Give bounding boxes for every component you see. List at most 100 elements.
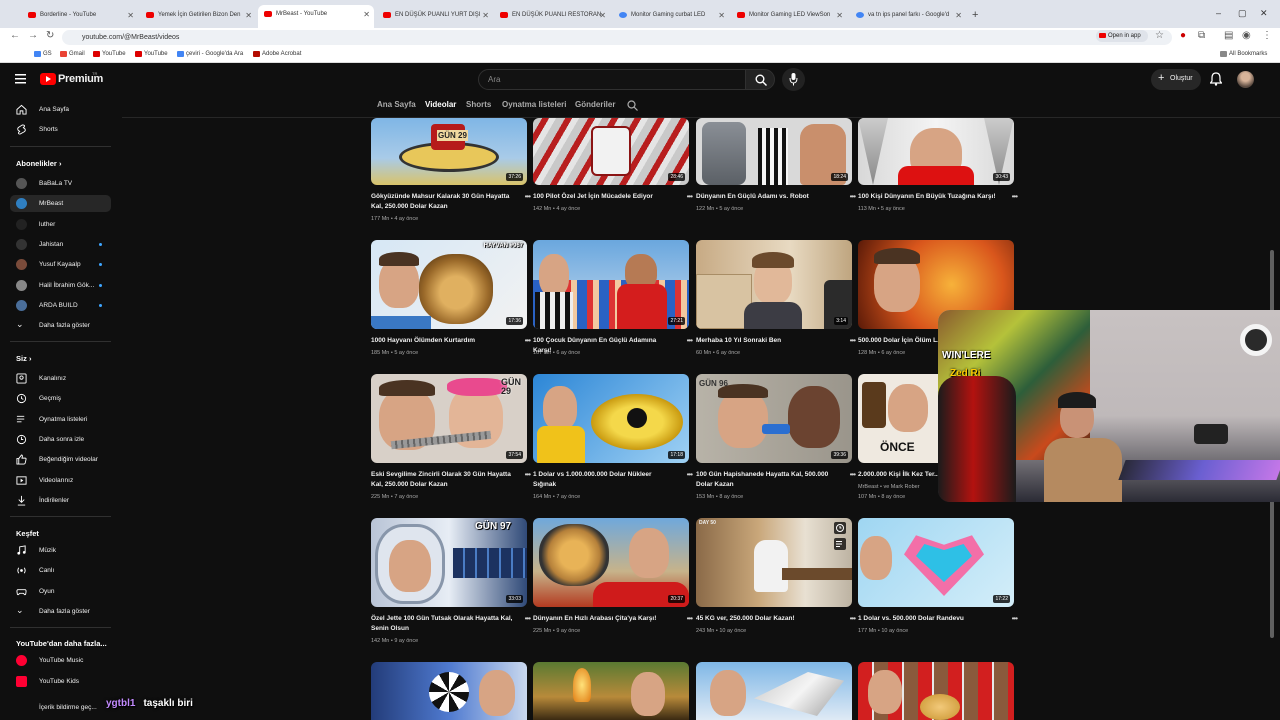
bookmark-star-icon[interactable]: ☆ <box>1155 30 1164 41</box>
close-window-icon[interactable]: ✕ <box>1260 8 1268 19</box>
video-title[interactable]: 1000 Hayvanı Ölümden Kurtardım <box>371 336 514 346</box>
address-bar[interactable]: youtube.com/@MrBeast/videos <box>62 30 1172 45</box>
video-title[interactable]: 1 Dolar vs 1.000.000.000 Dolar Nükleer S… <box>533 470 676 490</box>
account-avatar[interactable] <box>1237 71 1254 88</box>
close-tab-icon[interactable]: ✕ <box>955 11 962 20</box>
video-thumbnail[interactable]: DAY 50 <box>696 518 852 607</box>
add-to-queue-icon[interactable] <box>834 538 846 550</box>
more-options-icon[interactable]: ••• <box>687 336 693 345</box>
subscription-item[interactable]: Halil İbrahim Gök... <box>10 277 111 294</box>
tab-home[interactable]: Ana Sayfa <box>377 100 416 109</box>
subscription-item[interactable]: Yusuf Kayaalp <box>10 256 111 273</box>
sidebar-footer[interactable]: İçerik bildirme geç... <box>10 699 111 711</box>
more-options-icon[interactable]: ••• <box>525 614 531 623</box>
search-button[interactable] <box>745 69 775 90</box>
more-options-icon[interactable]: ••• <box>850 470 856 479</box>
forward-icon[interactable]: → <box>28 30 38 41</box>
more-options-icon[interactable]: ••• <box>687 192 693 201</box>
hamburger-menu-icon[interactable] <box>15 74 26 84</box>
subscription-item[interactable]: Jahistan <box>10 236 111 253</box>
video-thumbnail[interactable] <box>371 662 527 720</box>
video-title[interactable]: Dünyanın En Güçlü Adamı vs. Robot <box>696 192 839 202</box>
browser-tab-active[interactable]: MrBeast - YouTube ✕ <box>258 5 374 28</box>
more-options-icon[interactable]: ••• <box>850 614 856 623</box>
sidebar-item-watch-later[interactable]: Daha sonra izle <box>10 431 111 448</box>
tab-posts[interactable]: Gönderiler <box>575 100 615 109</box>
sidebar-item-gaming[interactable]: Oyun <box>10 583 111 600</box>
close-tab-icon[interactable]: ✕ <box>127 11 134 20</box>
close-tab-icon[interactable]: ✕ <box>718 11 725 20</box>
video-title[interactable]: Gökyüzünde Mahsur Kalarak 30 Gün Hayatta… <box>371 192 514 212</box>
sidebar-item-youtube-kids[interactable]: YouTube Kids <box>10 673 111 690</box>
sidebar-item-music[interactable]: Müzik <box>10 542 111 559</box>
bookmark-google-search[interactable]: çeviri - Google'da Ara <box>177 51 243 57</box>
sidebar-item-your-channel[interactable]: Kanalınız <box>10 370 111 387</box>
all-bookmarks[interactable]: All Bookmarks <box>1220 51 1267 57</box>
close-tab-icon[interactable]: ✕ <box>363 10 370 19</box>
maximize-icon[interactable]: ▢ <box>1238 8 1247 19</box>
video-thumbnail[interactable]: 20:37 <box>533 518 689 607</box>
close-tab-icon[interactable]: ✕ <box>836 11 843 20</box>
more-options-icon[interactable]: ••• <box>525 336 531 345</box>
video-thumbnail[interactable]: 17:18 <box>533 374 689 463</box>
video-title[interactable]: Eski Sevgilime Zincirli Olarak 30 Gün Ha… <box>371 470 514 490</box>
close-tab-icon[interactable]: ✕ <box>599 11 606 20</box>
browser-tab[interactable]: Yemek İçin Getirilen Bizon Den ✕ <box>140 6 256 28</box>
more-options-icon[interactable]: ••• <box>850 336 856 345</box>
browser-tab[interactable]: Monitor Gaming curbat LED ✕ <box>613 6 729 28</box>
video-thumbnail[interactable]: 3:14 <box>696 240 852 329</box>
video-thumbnail[interactable]: 30:43 <box>858 118 1014 185</box>
video-thumbnail[interactable]: 17:22 <box>858 518 1014 607</box>
create-button[interactable]: + Oluştur <box>1151 69 1201 90</box>
close-tab-icon[interactable]: ✕ <box>482 11 489 20</box>
show-more-subscriptions[interactable]: ⌄ Daha fazla göster <box>10 317 111 334</box>
video-title[interactable]: 1 Dolar vs. 500.000 Dolar Randevu <box>858 614 1001 624</box>
youtube-logo-icon[interactable] <box>40 73 56 85</box>
video-thumbnail[interactable] <box>696 662 852 720</box>
bookmark-youtube-2[interactable]: YouTube <box>135 51 168 57</box>
video-thumbnail[interactable]: HAYVAN #967 17:36 <box>371 240 527 329</box>
close-tab-icon[interactable]: ✕ <box>245 11 252 20</box>
tab-shorts[interactable]: Shorts <box>466 100 491 109</box>
more-options-icon[interactable]: ••• <box>525 192 531 201</box>
sidebar-item-downloads[interactable]: İndirilenler <box>10 492 111 509</box>
sidebar-item-history[interactable]: Geçmiş <box>10 390 111 407</box>
bookmark-adobe[interactable]: Adobe Acrobat <box>253 51 301 57</box>
more-options-icon[interactable]: ••• <box>850 192 856 201</box>
video-title[interactable]: 100 Kişi Dünyanın En Büyük Tuzağına Karş… <box>858 192 1001 202</box>
video-title[interactable]: 45 KG ver, 250.000 Dolar Kazan! <box>696 614 839 624</box>
video-title[interactable]: Dünyanın En Hızlı Arabası Çita'ya Karşı! <box>533 614 676 624</box>
video-title[interactable]: Özel Jette 100 Gün Tutsak Olarak Hayatta… <box>371 614 514 634</box>
video-title[interactable]: Merhaba 10 Yıl Sonraki Ben <box>696 336 839 346</box>
video-thumbnail[interactable]: GÜN 97 33:03 <box>371 518 527 607</box>
video-thumbnail[interactable] <box>858 662 1014 720</box>
extensions-icon[interactable]: ⧉ <box>1198 30 1205 41</box>
tab-videos[interactable]: Videolar <box>425 100 456 109</box>
subscription-item[interactable]: BaBaLa TV <box>10 175 111 192</box>
browser-tab[interactable]: EN DÜŞÜK PUANLI YURT DIŞI ✕ <box>377 6 493 28</box>
bookmark-gs[interactable]: GS <box>34 51 52 57</box>
tab-playlists[interactable]: Oynatma listeleri <box>502 100 566 109</box>
more-options-icon[interactable]: ••• <box>525 470 531 479</box>
sidebar-item-live[interactable]: Canlı <box>10 562 111 579</box>
sidepanel-icon[interactable]: ▤ <box>1224 30 1233 41</box>
new-tab-icon[interactable]: + <box>972 9 978 21</box>
video-thumbnail[interactable]: 28:46 <box>533 118 689 185</box>
reload-icon[interactable]: ↻ <box>46 30 54 41</box>
show-more-explore[interactable]: ⌄ Daha fazla göster <box>10 603 111 620</box>
video-title[interactable]: 100 Gün Hapishanede Hayatta Kal, 500.000… <box>696 470 839 490</box>
video-thumbnail[interactable] <box>533 662 689 720</box>
browser-tab[interactable]: EN DÜŞÜK PUANLI RESTORAN ✕ <box>494 6 610 28</box>
sidebar-item-your-videos[interactable]: Videolarınız <box>10 472 111 489</box>
watch-later-icon[interactable] <box>834 522 846 534</box>
subscriptions-header[interactable]: Abonelikler › <box>16 159 61 168</box>
browser-tab[interactable]: Borderline - YouTube ✕ <box>22 6 138 28</box>
bookmark-youtube[interactable]: YouTube <box>93 51 126 57</box>
voice-search-button[interactable] <box>782 68 805 91</box>
more-options-icon[interactable]: ••• <box>687 614 693 623</box>
sidebar-item-home[interactable]: Ana Sayfa <box>10 101 111 118</box>
notifications-bell-icon[interactable] <box>1210 72 1222 86</box>
sidebar-item-playlists[interactable]: Oynatma listeleri <box>10 411 111 428</box>
subscription-item[interactable]: luther <box>10 216 111 233</box>
sidebar-item-shorts[interactable]: Shorts <box>10 121 111 138</box>
